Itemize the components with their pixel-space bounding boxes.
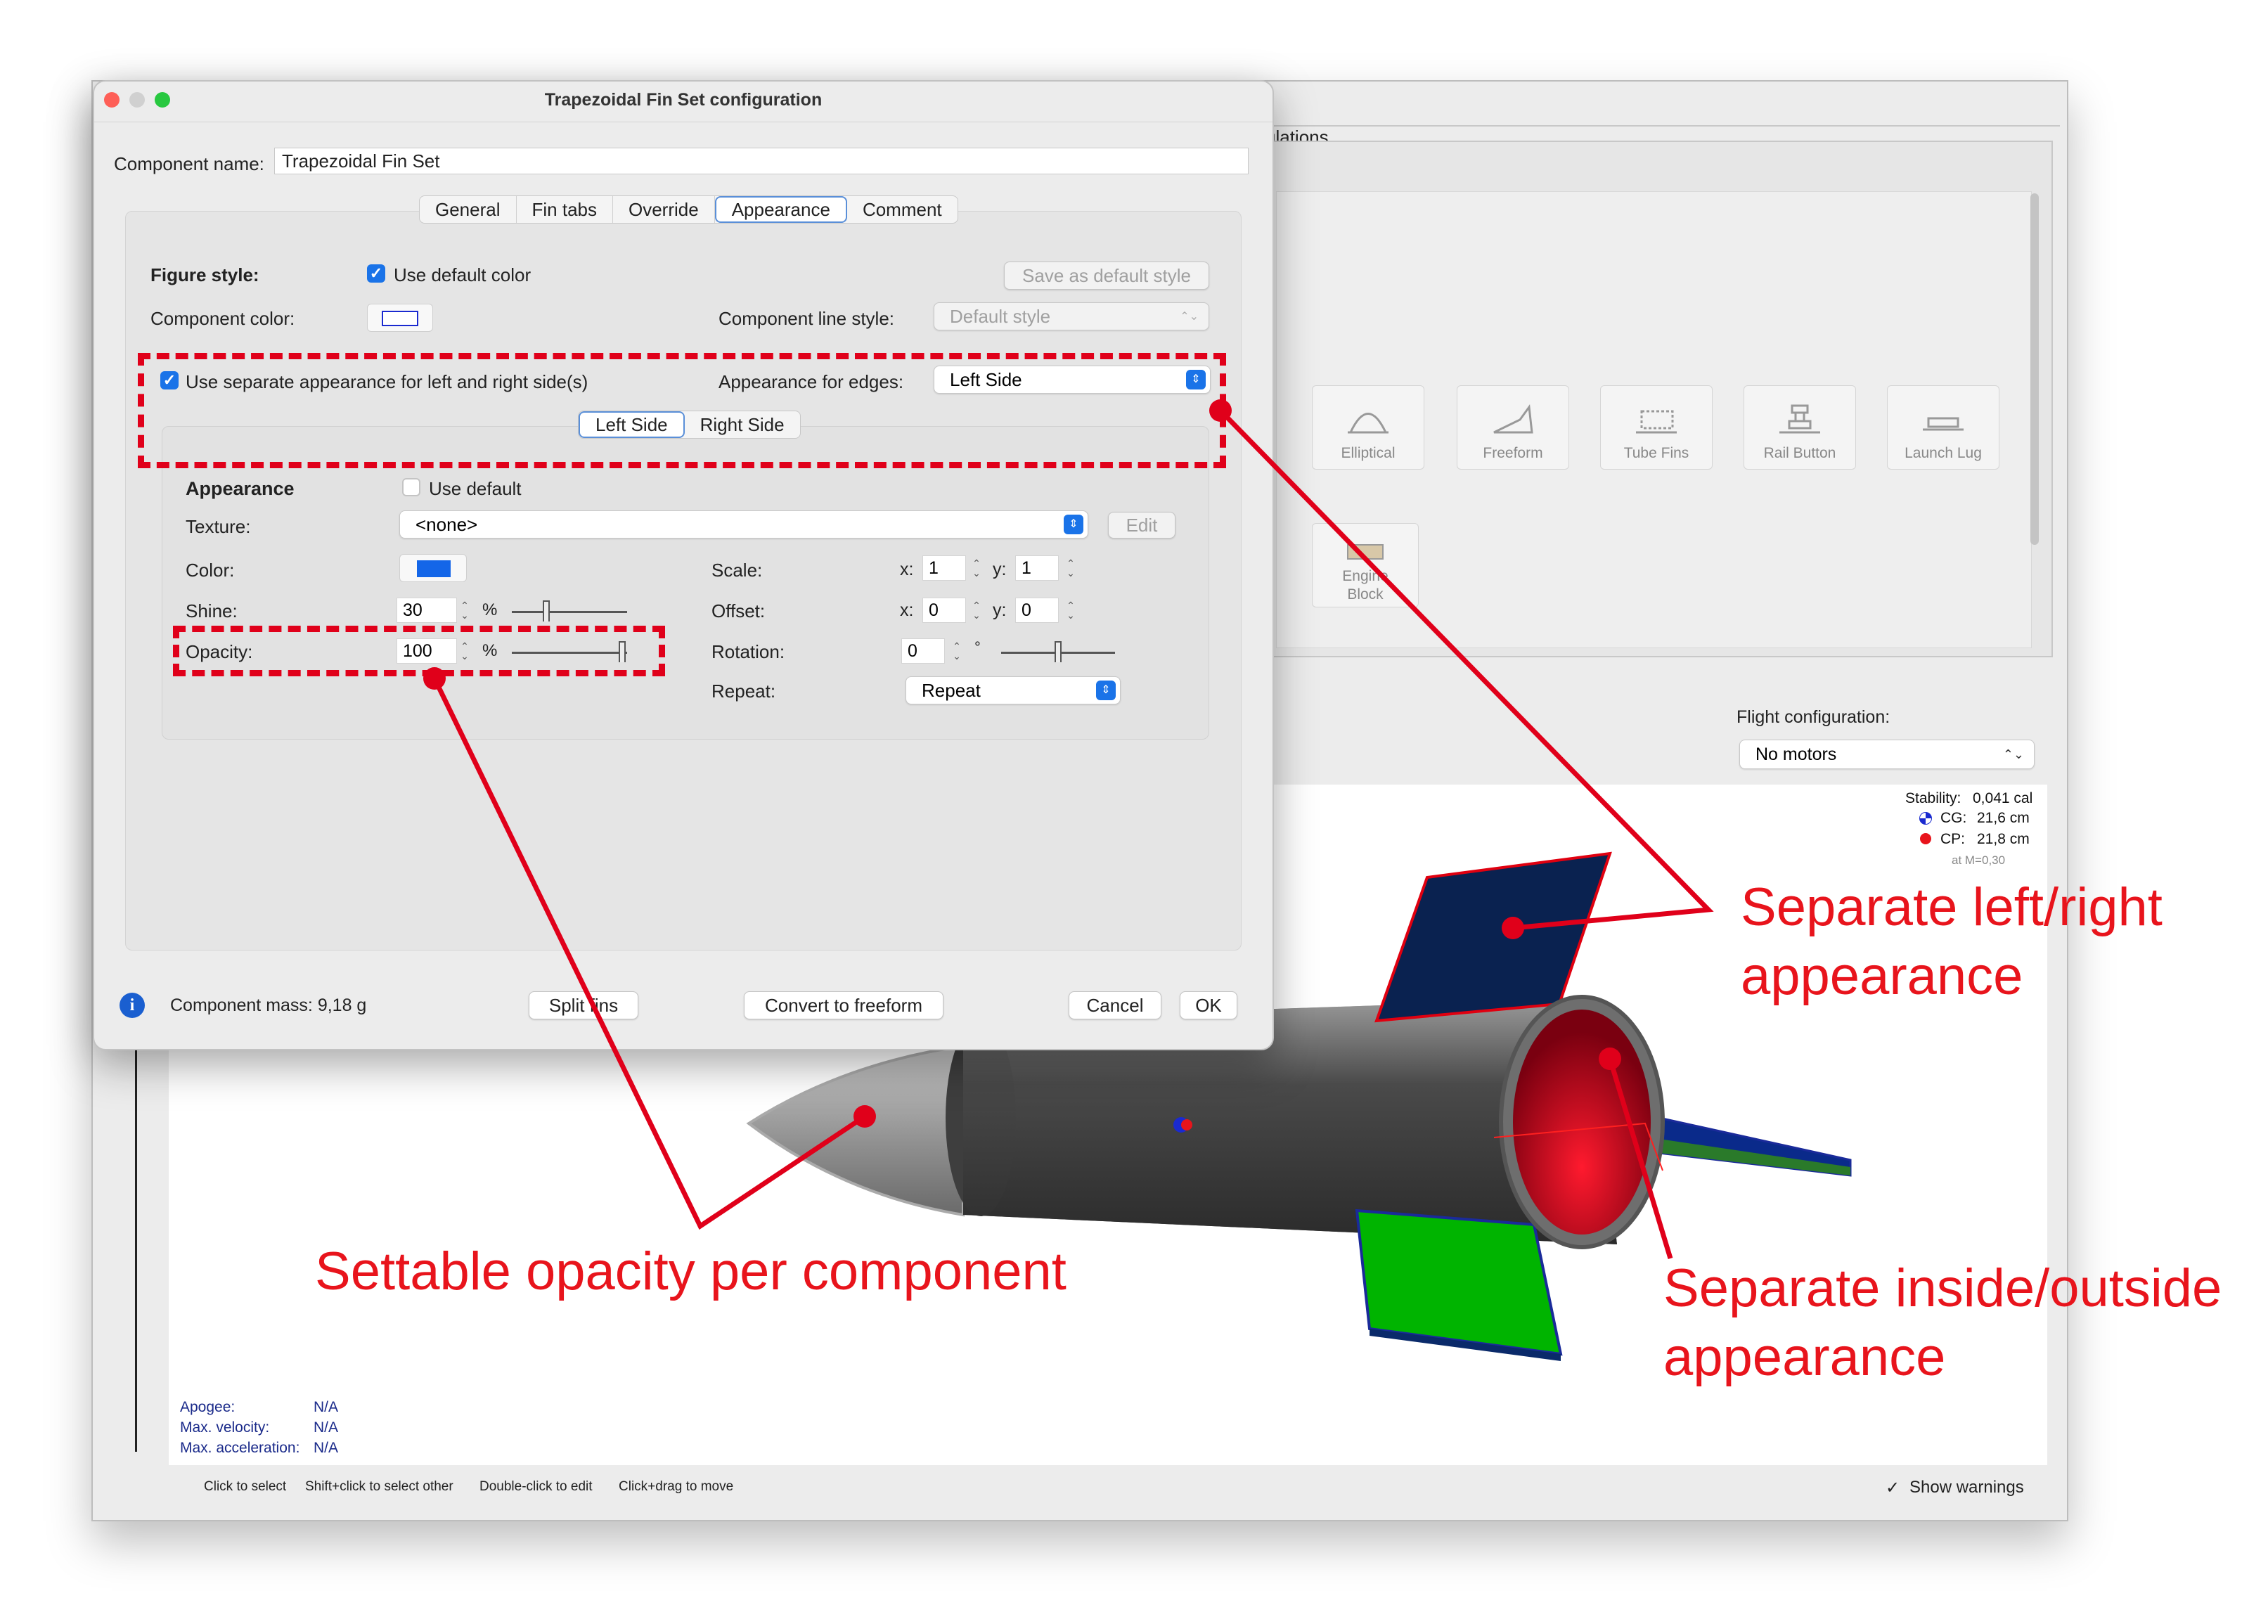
annotation-inside-outside-line1: Separate inside/outside xyxy=(1663,1258,2222,1318)
arrow-dot xyxy=(1599,1048,1621,1070)
arrow-dot xyxy=(1502,917,1524,939)
annotation-opacity: Settable opacity per component xyxy=(315,1242,1067,1301)
annotation-left-right-line2: appearance xyxy=(1741,946,2023,1006)
arrow-dot xyxy=(423,667,446,690)
arrow-inside-outside xyxy=(1607,1057,1673,1260)
arrow-dot xyxy=(1209,399,1232,422)
arrow-left-right xyxy=(1218,408,1714,931)
annotation-inside-outside-line2: appearance xyxy=(1663,1327,1946,1387)
arrow-dot xyxy=(853,1105,876,1128)
annotation-left-right-line1: Separate left/right xyxy=(1741,877,2163,937)
arrow-opacity xyxy=(432,677,866,1230)
